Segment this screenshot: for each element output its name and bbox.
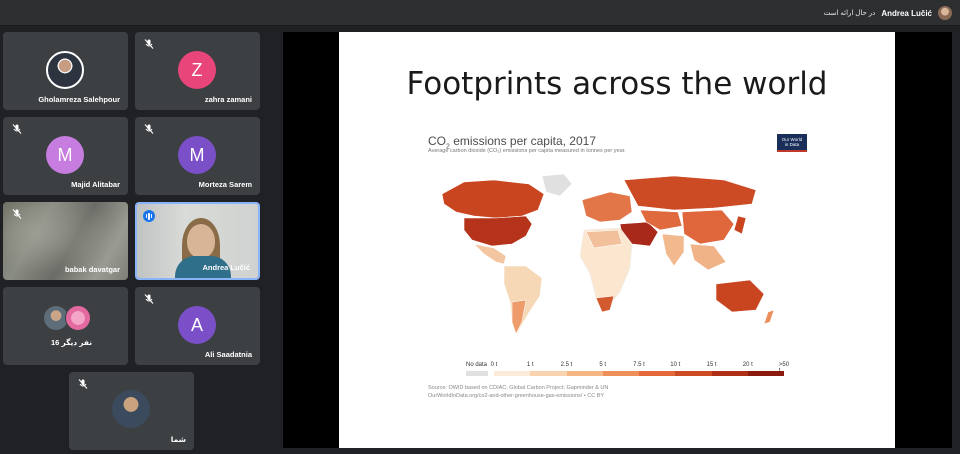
legend-color-swatch xyxy=(639,371,676,376)
mic-off-icon xyxy=(144,124,154,134)
participant-tile-self[interactable]: شما xyxy=(69,372,194,450)
mic-off-icon xyxy=(12,209,22,219)
legend-color-swatch xyxy=(530,371,567,376)
participant-name: Ali Saadatnia xyxy=(204,350,252,359)
slide-title: Footprints across the world xyxy=(406,66,828,102)
map-region-greenland xyxy=(541,173,573,197)
legend-tick-label: 15 t xyxy=(706,362,717,368)
participant-name: Andrea Lučić xyxy=(202,263,250,272)
mic-off-icon xyxy=(12,124,22,134)
participant-tile-zahra[interactable]: Z zahra zamani xyxy=(135,32,260,110)
participant-avatar xyxy=(65,305,91,331)
legend-color-scale xyxy=(494,371,784,376)
presentation-stage[interactable]: Footprints across the world CO2 emission… xyxy=(283,32,952,448)
legend-color-swatch xyxy=(675,371,712,376)
presenter-name: Andrea Lučić xyxy=(881,8,932,18)
map-region-australia xyxy=(715,279,765,313)
participant-name: babak davatgar xyxy=(64,265,120,274)
participant-name: شما xyxy=(170,435,186,444)
world-map xyxy=(441,173,775,335)
legend-color-swatch xyxy=(494,371,531,376)
map-region-usa xyxy=(463,215,533,247)
participant-name: Gholamreza Salehpour xyxy=(38,95,120,104)
participant-name: Morteza Sarem xyxy=(198,180,252,189)
legend-tick-label: 10 t xyxy=(670,362,681,368)
presenter-indicator: در حال ارائه است Andrea Lučić xyxy=(824,5,952,21)
legend-ticks: 0 t1 t2.5 t5 t7.5 t10 t15 t20 t>50 t xyxy=(490,362,789,374)
legend-color-swatch xyxy=(566,371,603,376)
legend-nodata-swatch xyxy=(466,371,488,376)
map-region-south-america xyxy=(503,265,543,333)
participant-avatar xyxy=(46,51,84,89)
participant-avatar xyxy=(112,390,150,428)
participant-tile-andrea[interactable]: Andrea Lučić xyxy=(135,202,260,280)
mic-off-icon xyxy=(144,294,154,304)
legend-tick-label: 20 t xyxy=(742,362,753,368)
map-region-india xyxy=(661,233,685,267)
participant-tile-ali[interactable]: A Ali Saadatnia xyxy=(135,287,260,365)
chart-subtitle: Average carbon dioxide (CO₂) emissions p… xyxy=(428,148,626,154)
map-legend: No data 0 t1 t 2.5 t5 t 7.5 t 10 t 15 t 20 t >… xyxy=(466,362,789,382)
map-region-russia xyxy=(623,175,757,211)
group-avatars xyxy=(43,305,91,331)
chart-source: Source: OWID based on CDIAC; Global Carb… xyxy=(428,385,609,399)
presenter-status: در حال ارائه است xyxy=(823,10,876,17)
map-region-china xyxy=(681,209,735,245)
map-region-southeast-asia xyxy=(689,243,727,271)
legend-nodata-label: No data xyxy=(466,362,488,368)
slide: Footprints across the world CO2 emission… xyxy=(339,32,895,448)
legend-tick-label: 1 t xyxy=(526,362,534,368)
mic-off-icon xyxy=(78,379,88,389)
legend-tick-label: 5 t xyxy=(599,362,607,368)
participant-tile-others[interactable]: 16 نفر دیگر xyxy=(3,287,128,365)
participant-avatar: Z xyxy=(178,51,216,89)
participant-name: Majid Alitabar xyxy=(71,180,120,189)
owid-logo: Our World in Data xyxy=(777,134,807,152)
legend-tick-label: 0 t xyxy=(490,362,498,368)
legend-color-swatch xyxy=(711,371,748,376)
map-region-south-africa xyxy=(595,295,615,313)
participant-tile-gholamreza[interactable]: Gholamreza Salehpour xyxy=(3,32,128,110)
presenter-avatar xyxy=(938,6,952,20)
participant-name: 16 نفر دیگر xyxy=(51,338,93,347)
map-region-central-america xyxy=(473,243,507,265)
participant-avatar: M xyxy=(178,136,216,174)
map-region-japan xyxy=(733,215,747,235)
participant-avatar: M xyxy=(46,136,84,174)
map-region-new-zealand xyxy=(763,309,775,325)
participant-avatar: A xyxy=(178,306,216,344)
participant-tile-morteza[interactable]: M Morteza Sarem xyxy=(135,117,260,195)
participant-tile-majid[interactable]: M Majid Alitabar xyxy=(3,117,128,195)
speaking-indicator-icon xyxy=(143,210,155,222)
legend-tick-label: 2.5 t xyxy=(560,362,573,368)
mic-off-icon xyxy=(144,39,154,49)
participant-name: zahra zamani xyxy=(204,95,252,104)
legend-tick-label: 7.5 t xyxy=(633,362,645,368)
legend-color-swatch xyxy=(747,371,784,376)
map-region-europe xyxy=(581,191,633,223)
map-region-north-america-north xyxy=(441,179,545,219)
legend-color-swatch xyxy=(602,371,639,376)
top-bar: در حال ارائه است Andrea Lučić xyxy=(0,0,960,26)
participant-tile-babak[interactable]: babak davatgar xyxy=(3,202,128,280)
